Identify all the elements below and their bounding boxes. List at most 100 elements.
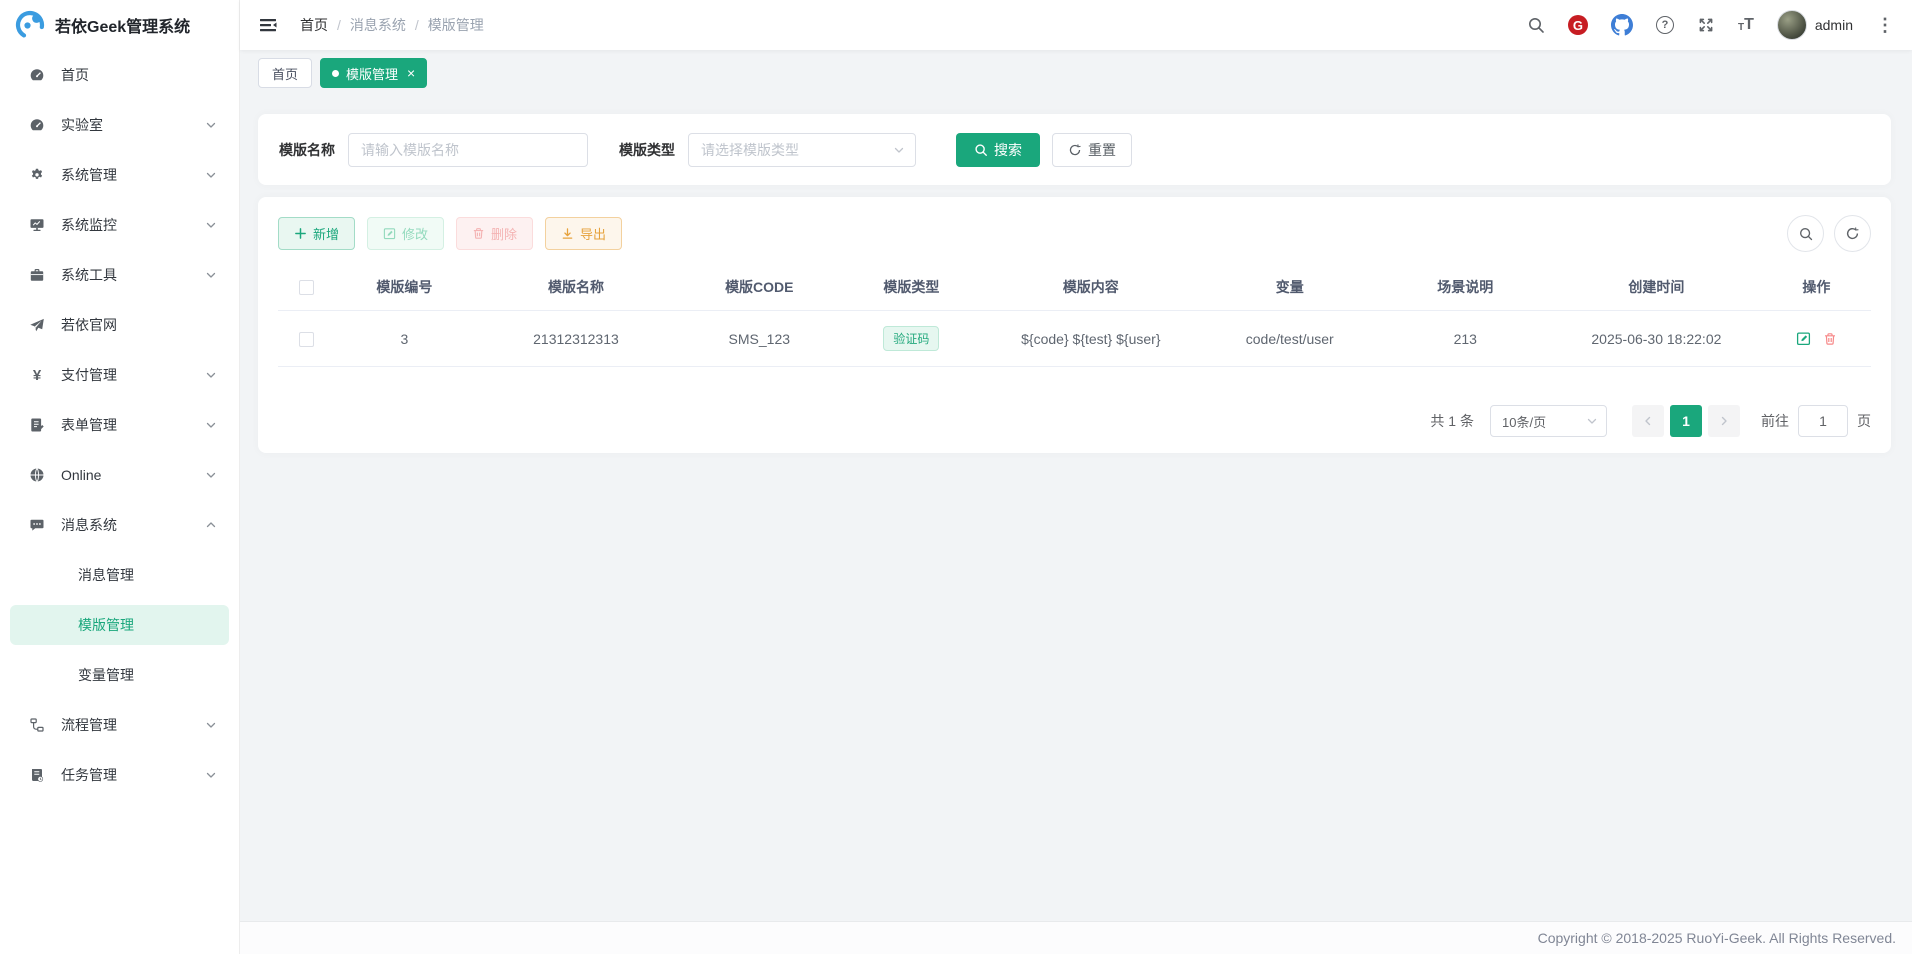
topbar-actions: G ? TT admin ⋮ — [1527, 10, 1894, 40]
sidebar-item-online[interactable]: Online — [0, 450, 239, 500]
sidebar-item-message-system[interactable]: 消息系统 — [0, 500, 239, 550]
fullscreen-icon[interactable] — [1697, 16, 1715, 34]
sidebar-item-lab[interactable]: 实验室 — [0, 100, 239, 150]
page-number[interactable]: 1 — [1670, 405, 1702, 437]
table-header-row: 模版编号 模版名称 模版CODE 模版类型 模版内容 变量 场景说明 创建时间 … — [278, 264, 1871, 311]
username: admin — [1815, 17, 1853, 33]
template-type-label: 模版类型 — [619, 140, 675, 160]
sidebar-item-system-tools[interactable]: 系统工具 — [0, 250, 239, 300]
sidebar-item-label: 若依官网 — [61, 315, 217, 335]
app-root: 若依Geek管理系统 首页 实验室 系统管理 系统监控 — [0, 0, 1912, 954]
chevron-down-icon — [205, 219, 217, 231]
goto-unit-label: 页 — [1857, 411, 1871, 431]
edit-icon — [383, 227, 396, 240]
show-search-icon[interactable] — [1787, 215, 1824, 252]
sidebar-subitem-label: 消息管理 — [78, 565, 134, 585]
sidebar-subitem-template-mgmt[interactable]: 模版管理 — [10, 605, 229, 645]
breadcrumb-item[interactable]: 首页 — [300, 15, 328, 35]
search-panel: 模版名称 模版类型 请选择模版类型 搜索 重置 — [258, 114, 1891, 185]
avatar[interactable] — [1777, 10, 1807, 40]
breadcrumb-separator: / — [415, 17, 419, 33]
tab-home[interactable]: 首页 — [258, 58, 312, 88]
sidebar-item-home[interactable]: 首页 — [0, 50, 239, 100]
dashboard-icon — [28, 116, 46, 134]
workspace: 首页 模版管理 × 模版名称 模版类型 请选择模版类型 — [240, 50, 1912, 921]
column-header: 操作 — [1762, 264, 1871, 311]
breadcrumb-separator: / — [337, 17, 341, 33]
kebab-menu-icon[interactable]: ⋮ — [1876, 15, 1894, 36]
header-checkbox-cell — [278, 264, 334, 311]
edit-button[interactable]: 修改 — [367, 217, 444, 250]
refresh-icon[interactable] — [1834, 215, 1871, 252]
table-actions — [1787, 215, 1871, 252]
template-name-input[interactable] — [348, 133, 588, 167]
breadcrumb-item: 消息系统 — [350, 15, 406, 35]
reset-button[interactable]: 重置 — [1052, 133, 1132, 167]
sidebar-subitem-variable-mgmt[interactable]: 变量管理 — [0, 650, 239, 700]
gitee-icon[interactable]: G — [1568, 15, 1588, 35]
sidebar-item-system-mgmt[interactable]: 系统管理 — [0, 150, 239, 200]
font-size-icon[interactable]: TT — [1738, 17, 1754, 33]
logo-row[interactable]: 若依Geek管理系统 — [0, 0, 239, 50]
next-page-button[interactable] — [1708, 405, 1740, 437]
delete-button[interactable]: 删除 — [456, 217, 533, 250]
sidebar-item-label: 系统工具 — [61, 265, 205, 285]
chevron-down-icon — [205, 119, 217, 131]
select-all-checkbox[interactable] — [299, 280, 314, 295]
sidebar-item-label: 支付管理 — [61, 365, 205, 385]
chevron-down-icon — [205, 769, 217, 781]
export-button[interactable]: 导出 — [545, 217, 622, 250]
add-button[interactable]: 新增 — [278, 217, 355, 250]
help-icon[interactable]: ? — [1656, 16, 1674, 34]
type-tag: 验证码 — [883, 326, 939, 351]
search-button[interactable]: 搜索 — [956, 133, 1040, 167]
template-type-select[interactable]: 请选择模版类型 — [688, 133, 916, 167]
sidebar-item-label: 实验室 — [61, 115, 205, 135]
table-toolbar: 新增 修改 删除 导出 — [278, 215, 1871, 252]
page-size-select[interactable]: 10条/页 — [1490, 405, 1607, 437]
yen-icon: ¥ — [28, 366, 46, 384]
active-dot — [332, 70, 339, 77]
sidebar-subitem-message-mgmt[interactable]: 消息管理 — [0, 550, 239, 600]
row-delete-icon[interactable] — [1823, 332, 1837, 346]
topbar: 首页 / 消息系统 / 模版管理 G ? TT admin ⋮ — [240, 0, 1912, 50]
github-icon[interactable] — [1611, 14, 1633, 36]
delete-button-label: 删除 — [491, 224, 517, 243]
prev-page-button[interactable] — [1632, 405, 1664, 437]
sidebar-item-system-monitor[interactable]: 系统监控 — [0, 200, 239, 250]
app-title: 若依Geek管理系统 — [55, 13, 190, 37]
tab-label: 模版管理 — [346, 64, 398, 83]
cell-created-at: 2025-06-30 18:22:02 — [1551, 311, 1762, 367]
cell-operations — [1762, 311, 1871, 367]
goto-page-input[interactable] — [1798, 405, 1848, 437]
reset-button-label: 重置 — [1088, 140, 1116, 160]
table-row: 3 21312312313 SMS_123 验证码 ${code} ${test… — [278, 311, 1871, 367]
cell-template-code: SMS_123 — [677, 311, 841, 367]
globe-icon — [28, 466, 46, 484]
sidebar-collapse-icon[interactable] — [258, 15, 278, 35]
sidebar: 若依Geek管理系统 首页 实验室 系统管理 系统监控 — [0, 0, 240, 954]
chat-bubble-icon — [28, 516, 46, 534]
template-name-label: 模版名称 — [279, 140, 335, 160]
sidebar-item-label: 表单管理 — [61, 415, 205, 435]
tags-view: 首页 模版管理 × — [258, 58, 1891, 88]
column-header: 变量 — [1200, 264, 1379, 311]
sidebar-item-official-site[interactable]: 若依官网 — [0, 300, 239, 350]
tab-template-mgmt[interactable]: 模版管理 × — [320, 58, 427, 88]
user-menu[interactable]: admin — [1777, 10, 1853, 40]
pagination: 共 1 条 10条/页 1 前往 页 — [278, 405, 1871, 437]
column-header: 模版CODE — [677, 264, 841, 311]
search-icon[interactable] — [1527, 16, 1545, 34]
sidebar-item-label: 系统监控 — [61, 215, 205, 235]
close-icon[interactable]: × — [407, 66, 415, 80]
goto-label: 前往 — [1761, 411, 1789, 431]
export-button-label: 导出 — [580, 224, 606, 243]
row-edit-icon[interactable] — [1796, 331, 1811, 346]
workspace-spacer — [258, 453, 1891, 921]
sidebar-item-process-mgmt[interactable]: 流程管理 — [0, 700, 239, 750]
sidebar-item-task-mgmt[interactable]: 任务管理 — [0, 750, 239, 800]
sidebar-item-form-mgmt[interactable]: 表单管理 — [0, 400, 239, 450]
row-checkbox[interactable] — [299, 332, 314, 347]
column-header: 模版名称 — [475, 264, 678, 311]
sidebar-item-payment-mgmt[interactable]: ¥ 支付管理 — [0, 350, 239, 400]
